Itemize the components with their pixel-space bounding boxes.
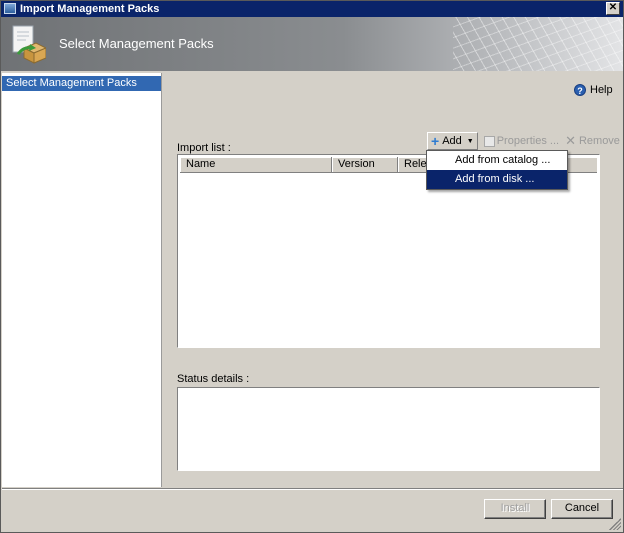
properties-button[interactable]: Properties ... [483, 135, 560, 147]
import-toolbar: + Add ▼ Properties ... ✕ Remove [427, 132, 620, 150]
properties-label: Properties ... [496, 135, 560, 147]
remove-label: Remove [578, 135, 620, 147]
status-details-box[interactable] [177, 387, 600, 471]
remove-button[interactable]: ✕ Remove [565, 133, 620, 149]
help-link[interactable]: ? Help [574, 83, 613, 97]
help-label: Help [590, 84, 613, 96]
left-navigation: Select Management Packs [2, 73, 162, 487]
menu-item-add-from-catalog[interactable]: Add from catalog ... [427, 151, 567, 170]
column-header-version[interactable]: Version [332, 157, 398, 173]
banner-title: Select Management Packs [59, 36, 214, 51]
import-list-label: Import list : [177, 142, 231, 154]
add-dropdown-menu: Add from catalog ... Add from disk ... [426, 150, 568, 190]
dropdown-arrow-icon: ▼ [466, 137, 474, 145]
properties-icon [483, 135, 495, 147]
header-banner: Select Management Packs [1, 17, 623, 71]
package-import-icon [12, 25, 46, 64]
close-icon: ✕ [608, 2, 618, 13]
title-bar[interactable]: Import Management Packs ✕ [1, 1, 623, 17]
install-button[interactable]: Install [484, 499, 546, 519]
footer-divider [2, 488, 623, 490]
resize-grip-icon[interactable] [609, 518, 621, 530]
column-header-name[interactable]: Name [180, 157, 332, 173]
window-title: Import Management Packs [20, 3, 160, 15]
banner-decoration [453, 17, 623, 71]
close-button[interactable]: ✕ [606, 2, 620, 15]
cancel-button[interactable]: Cancel [551, 499, 613, 519]
nav-item-select-management-packs[interactable]: Select Management Packs [2, 76, 161, 91]
import-management-packs-window: Import Management Packs ✕ Select Managem… [0, 0, 624, 533]
menu-item-add-from-disk[interactable]: Add from disk ... [427, 170, 567, 189]
app-icon [4, 3, 16, 14]
plus-icon: + [431, 133, 440, 149]
add-button[interactable]: + Add ▼ [427, 132, 478, 150]
help-icon: ? [574, 84, 586, 96]
add-label: Add [442, 135, 462, 147]
status-details-label: Status details : [177, 373, 250, 385]
remove-icon: ✕ [565, 133, 576, 148]
